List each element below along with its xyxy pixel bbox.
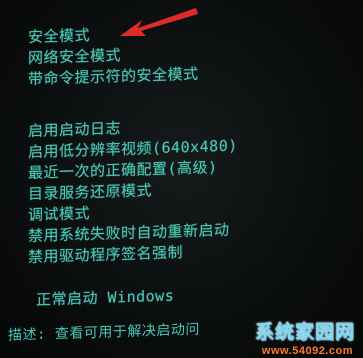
watermark-logo: 系统家园网 (254, 321, 355, 343)
boot-options-menu: 安全模式 网络安全模式 带命令提示符的安全模式 启用启动日志 启用低分辨率视频(… (0, 0, 363, 358)
menu-item-debugging-mode[interactable]: 调试模式 (28, 204, 90, 224)
menu-item-safe-mode-command-prompt[interactable]: 带命令提示符的安全模式 (28, 65, 199, 88)
menu-item-boot-logging[interactable]: 启用启动日志 (28, 119, 121, 140)
menu-item-disable-driver-signature[interactable]: 禁用驱动程序签名强制 (28, 243, 183, 266)
watermark: 系统家园网 www.54092.com (213, 321, 363, 358)
red-arrow-icon (120, 8, 198, 36)
description-text: 描述: 查看可用于解决启动问 (8, 321, 200, 344)
menu-item-directory-services-restore[interactable]: 目录服务还原模式 (28, 181, 152, 203)
menu-item-safe-mode[interactable]: 安全模式 (28, 26, 90, 46)
menu-item-safe-mode-networking[interactable]: 网络安全模式 (28, 46, 121, 67)
menu-item-last-known-good-config[interactable]: 最近一次的正确配置(高级) (28, 158, 218, 182)
watermark-url: www.54092.com (261, 345, 353, 357)
menu-item-start-normally[interactable]: 正常启动 Windows (36, 287, 174, 309)
boot-screen: 安全模式 网络安全模式 带命令提示符的安全模式 启用启动日志 启用低分辨率视频(… (0, 0, 363, 358)
menu-item-disable-auto-restart[interactable]: 禁用系统失败时自动重新启动 (28, 221, 230, 245)
